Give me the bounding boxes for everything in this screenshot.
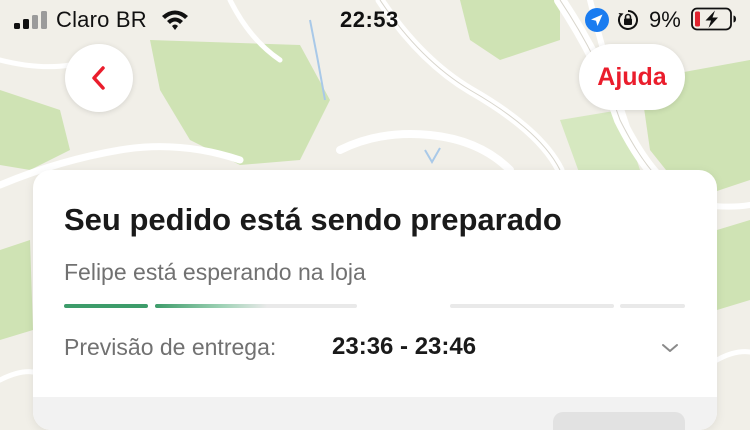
battery-charging-icon bbox=[691, 7, 736, 31]
help-button-label: Ajuda bbox=[597, 62, 667, 91]
progress-step-done bbox=[64, 304, 148, 308]
clock: 22:53 bbox=[340, 7, 399, 32]
progress-step-pending bbox=[620, 304, 685, 308]
progress-step-current-fill bbox=[155, 304, 267, 308]
footer-button[interactable] bbox=[553, 412, 685, 430]
card-footer bbox=[33, 397, 717, 430]
delivery-estimate-label: Previsão de entrega: bbox=[64, 334, 277, 360]
help-button[interactable]: Ajuda bbox=[579, 44, 685, 110]
chevron-left-icon bbox=[92, 66, 105, 90]
order-status-title: Seu pedido está sendo preparado bbox=[64, 202, 562, 237]
status-bar: Claro BR 22:53 9% bbox=[0, 0, 750, 40]
carrier-name: Claro BR bbox=[56, 7, 147, 32]
back-button[interactable] bbox=[65, 44, 133, 112]
progress-step-pending bbox=[450, 304, 614, 308]
wifi-icon bbox=[162, 10, 188, 30]
chevron-down-icon[interactable] bbox=[660, 338, 680, 358]
delivery-estimate-row[interactable]: Previsão de entrega: 23:36 - 23:46 bbox=[64, 333, 685, 366]
order-status-subtitle: Felipe está esperando na loja bbox=[64, 259, 366, 285]
battery-percent: 9% bbox=[649, 7, 681, 32]
delivery-estimate-value: 23:36 - 23:46 bbox=[332, 333, 477, 360]
park-area bbox=[717, 220, 750, 310]
orientation-lock-icon bbox=[618, 10, 638, 30]
signal-bars-icon bbox=[14, 11, 48, 29]
order-progress-bar bbox=[64, 304, 685, 308]
location-arrow-icon bbox=[585, 8, 609, 32]
park-area bbox=[0, 240, 33, 340]
order-status-card: Seu pedido está sendo preparado Felipe e… bbox=[33, 170, 717, 430]
